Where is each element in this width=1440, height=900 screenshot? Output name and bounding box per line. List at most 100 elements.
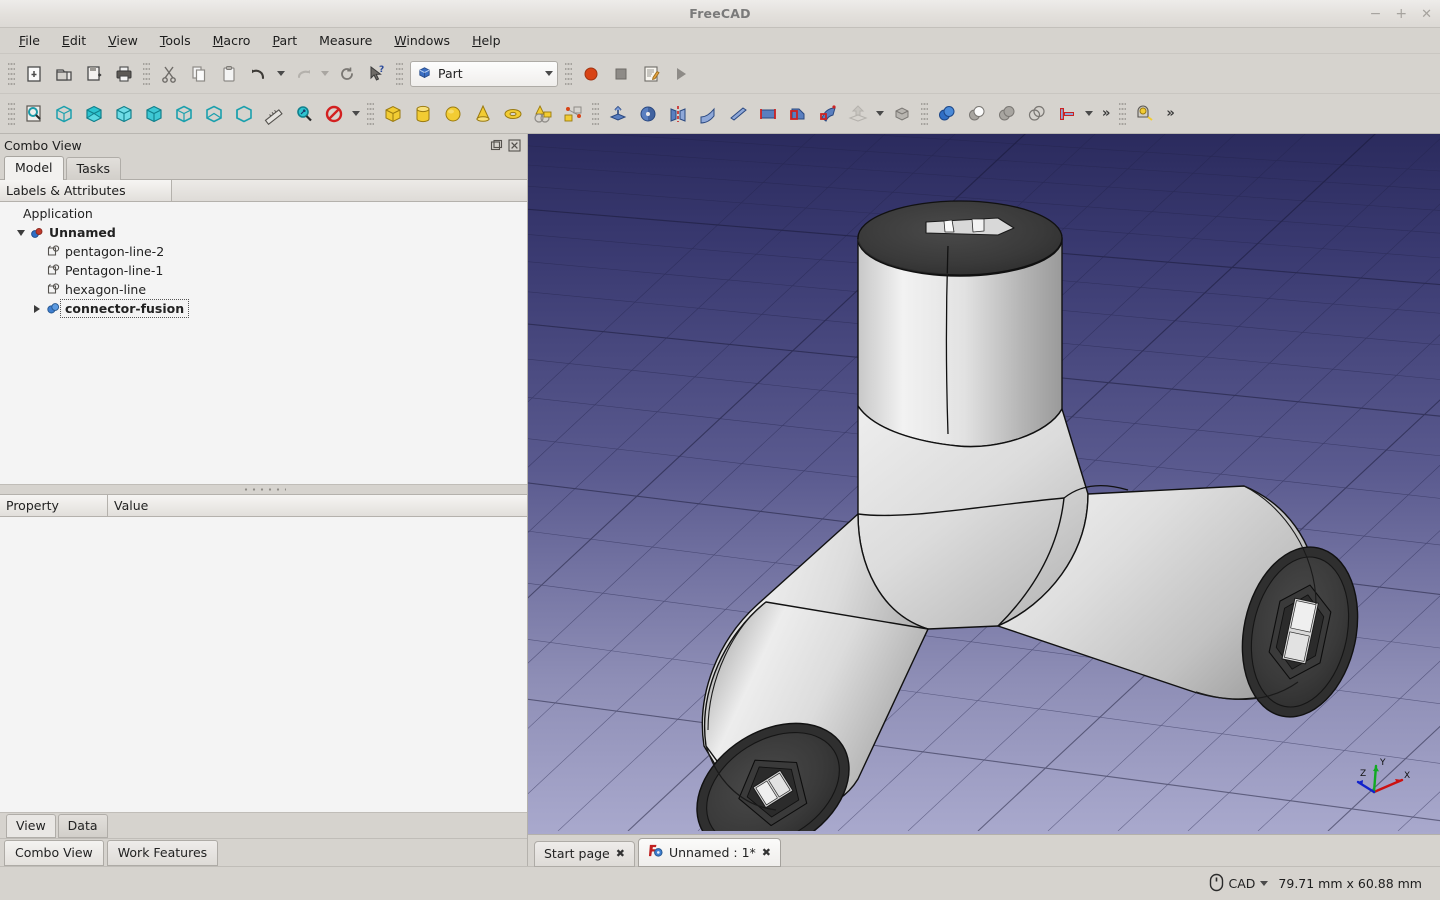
- doc-tab-start-page[interactable]: Start page ✖: [534, 841, 635, 867]
- menu-file[interactable]: File: [8, 30, 51, 51]
- cylinder-icon[interactable]: [408, 99, 438, 129]
- primitives-dialog-icon[interactable]: [528, 99, 558, 129]
- fillet-icon[interactable]: [693, 99, 723, 129]
- close-button[interactable]: ✕: [1421, 8, 1432, 21]
- torus-icon[interactable]: [498, 99, 528, 129]
- menu-edit[interactable]: Edit: [51, 30, 97, 51]
- axonometric-view-icon[interactable]: [49, 99, 79, 129]
- fit-all-icon[interactable]: [19, 99, 49, 129]
- front-view-icon[interactable]: [79, 99, 109, 129]
- toolbar-grip-9[interactable]: [1119, 101, 1127, 126]
- float-dock-icon[interactable]: [490, 139, 503, 152]
- toolbar-grip-6[interactable]: [367, 101, 374, 126]
- top-view-icon[interactable]: [109, 99, 139, 129]
- measure-ruler-icon[interactable]: [259, 99, 289, 129]
- extrude-icon[interactable]: [603, 99, 633, 129]
- tree-item-pentagon-line-1[interactable]: Pentagon-line-1: [0, 261, 527, 280]
- rear-view-icon[interactable]: [169, 99, 199, 129]
- draw-style-dropdown-icon[interactable]: [349, 99, 363, 129]
- cone-icon[interactable]: [468, 99, 498, 129]
- close-icon[interactable]: ✖: [762, 846, 771, 859]
- sphere-icon[interactable]: [438, 99, 468, 129]
- tab-data[interactable]: Data: [57, 814, 108, 838]
- tree-item-hexagon-line[interactable]: hexagon-line: [0, 280, 527, 299]
- tab-model[interactable]: Model: [4, 156, 64, 180]
- print-icon[interactable]: [109, 59, 139, 89]
- toolbar-grip-5[interactable]: [8, 101, 15, 126]
- maximize-button[interactable]: +: [1395, 7, 1407, 21]
- open-document-icon[interactable]: [49, 59, 79, 89]
- part-tools-dropdown-icon[interactable]: [873, 99, 887, 129]
- menu-part[interactable]: Part: [261, 30, 308, 51]
- minimize-button[interactable]: −: [1370, 7, 1382, 21]
- 3d-viewport[interactable]: X Y Z: [528, 134, 1440, 834]
- workbench-selector[interactable]: Part: [410, 60, 558, 87]
- draw-style-icon[interactable]: [319, 99, 349, 129]
- tree-header-labels[interactable]: Labels & Attributes: [0, 180, 172, 201]
- value-column-header[interactable]: Value: [108, 495, 527, 517]
- chevron-down-icon[interactable]: [545, 71, 553, 76]
- twisty-down-icon[interactable]: [14, 229, 28, 236]
- chevron-down-icon[interactable]: [1260, 881, 1269, 886]
- chamfer-icon[interactable]: [723, 99, 753, 129]
- whats-this-icon[interactable]: ?: [362, 59, 392, 89]
- shape-builder-icon[interactable]: [558, 99, 588, 129]
- toolbar-grip-3[interactable]: [396, 61, 403, 86]
- join-connect-icon[interactable]: [1052, 99, 1082, 129]
- bottom-view-icon[interactable]: [199, 99, 229, 129]
- loft-icon[interactable]: [783, 99, 813, 129]
- toolbar-grip-2[interactable]: [143, 61, 150, 86]
- refresh-icon[interactable]: [332, 59, 362, 89]
- undo-icon[interactable]: [244, 59, 274, 89]
- twisty-right-icon[interactable]: [30, 304, 44, 313]
- redo-dropdown-icon[interactable]: [318, 59, 332, 89]
- macro-execute-icon[interactable]: [666, 59, 696, 89]
- macro-record-icon[interactable]: [576, 59, 606, 89]
- dock-tab-work-features[interactable]: Work Features: [106, 840, 219, 866]
- doc-tab-unnamed[interactable]: Unnamed : 1* ✖: [637, 838, 781, 867]
- menu-tools[interactable]: Tools: [149, 30, 202, 51]
- property-column-header[interactable]: Property: [0, 495, 108, 517]
- toolbar-grip-7[interactable]: [592, 101, 599, 126]
- ruled-surface-icon[interactable]: [753, 99, 783, 129]
- toolbar-grip-8[interactable]: [921, 101, 928, 126]
- property-rows[interactable]: [0, 517, 527, 812]
- union-icon[interactable]: [992, 99, 1022, 129]
- tab-view[interactable]: View: [6, 814, 56, 838]
- toolbar-overflow-chevron-2[interactable]: »: [1160, 106, 1179, 121]
- undo-dropdown-icon[interactable]: [274, 59, 288, 89]
- measure-tape-icon[interactable]: [1130, 99, 1160, 129]
- zoom-icon[interactable]: [289, 99, 319, 129]
- intersection-icon[interactable]: [1022, 99, 1052, 129]
- toolbar-grip-4[interactable]: [565, 61, 572, 86]
- menu-help[interactable]: Help: [461, 30, 512, 51]
- navigation-style-selector[interactable]: CAD: [1209, 873, 1269, 895]
- menu-measure[interactable]: Measure: [308, 30, 383, 51]
- menu-view[interactable]: View: [97, 30, 149, 51]
- toolbar-overflow-chevron[interactable]: »: [1096, 106, 1115, 121]
- close-icon[interactable]: ✖: [616, 847, 625, 860]
- right-view-icon[interactable]: [139, 99, 169, 129]
- sweep-icon[interactable]: [813, 99, 843, 129]
- copy-icon[interactable]: [184, 59, 214, 89]
- close-dock-icon[interactable]: [508, 138, 521, 152]
- compound-icon[interactable]: [887, 99, 917, 129]
- box-icon[interactable]: [378, 99, 408, 129]
- menu-macro[interactable]: Macro: [202, 30, 262, 51]
- new-document-icon[interactable]: [19, 59, 49, 89]
- menu-windows[interactable]: Windows: [383, 30, 461, 51]
- model-tree[interactable]: Application Unnamed pentagon-line-2 Pent…: [0, 202, 527, 484]
- revolve-icon[interactable]: [633, 99, 663, 129]
- tab-tasks[interactable]: Tasks: [65, 157, 122, 180]
- macro-stop-icon[interactable]: [606, 59, 636, 89]
- redo-icon[interactable]: [288, 59, 318, 89]
- tree-item-connector-fusion[interactable]: connector-fusion: [0, 299, 527, 318]
- tree-item-unnamed[interactable]: Unnamed: [0, 223, 527, 242]
- boolean-dropdown-icon[interactable]: [1082, 99, 1096, 129]
- tree-item-application[interactable]: Application: [0, 204, 527, 223]
- macro-edit-icon[interactable]: [636, 59, 666, 89]
- toolbar-grip[interactable]: [8, 61, 15, 86]
- tree-header-value[interactable]: [172, 180, 527, 201]
- cut-icon[interactable]: [154, 59, 184, 89]
- cut-shape-icon[interactable]: [962, 99, 992, 129]
